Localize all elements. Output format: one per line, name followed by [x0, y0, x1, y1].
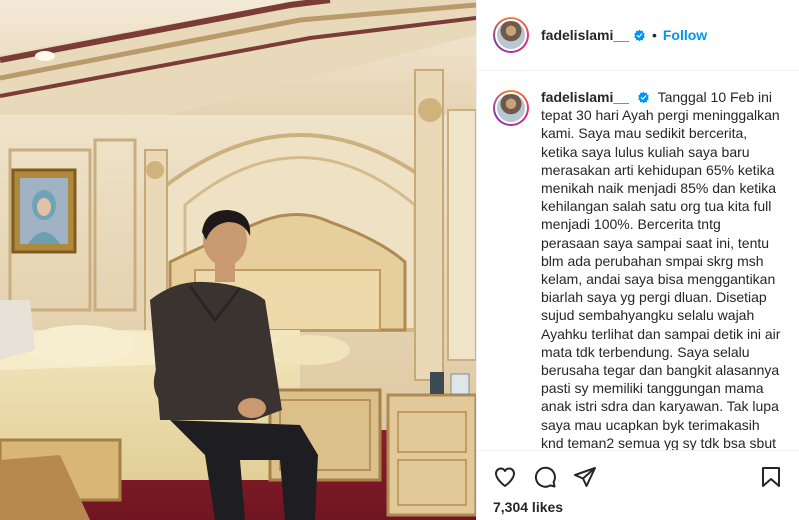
avatar-image: [495, 19, 527, 51]
share-icon[interactable]: [573, 465, 597, 489]
bookmark-icon[interactable]: [759, 465, 783, 489]
bedroom-photo-illustration: [0, 0, 476, 520]
profile-avatar[interactable]: [493, 17, 529, 53]
likes-count[interactable]: 7,304 likes: [493, 499, 783, 515]
post-header: fadelislami__ • Follow: [477, 0, 799, 71]
follow-button[interactable]: Follow: [663, 27, 707, 43]
verified-badge-icon: [638, 91, 649, 104]
caption-username[interactable]: fadelislami__: [541, 89, 629, 105]
post-actions: 7,304 likes: [477, 450, 799, 520]
verified-badge-icon: [634, 29, 645, 41]
comments-area[interactable]: fadelislami__ Tanggal 10 Feb ini tepat 3…: [477, 72, 799, 450]
caption-text: Tanggal 10 Feb ini tepat 30 hari Ayah pe…: [541, 89, 781, 450]
caption-avatar[interactable]: [493, 90, 529, 126]
caption-text-block: fadelislami__ Tanggal 10 Feb ini tepat 3…: [541, 88, 783, 450]
post-sidebar: fadelislami__ • Follow fadelislami__ Tan…: [476, 0, 799, 520]
action-icons: [493, 457, 783, 497]
header-username[interactable]: fadelislami__: [541, 27, 629, 43]
header-separator: •: [651, 27, 657, 43]
heart-icon[interactable]: [493, 465, 517, 489]
avatar-image: [495, 92, 527, 124]
caption-row: fadelislami__ Tanggal 10 Feb ini tepat 3…: [493, 88, 783, 450]
comment-icon[interactable]: [533, 465, 557, 489]
post-photo: [0, 0, 476, 520]
